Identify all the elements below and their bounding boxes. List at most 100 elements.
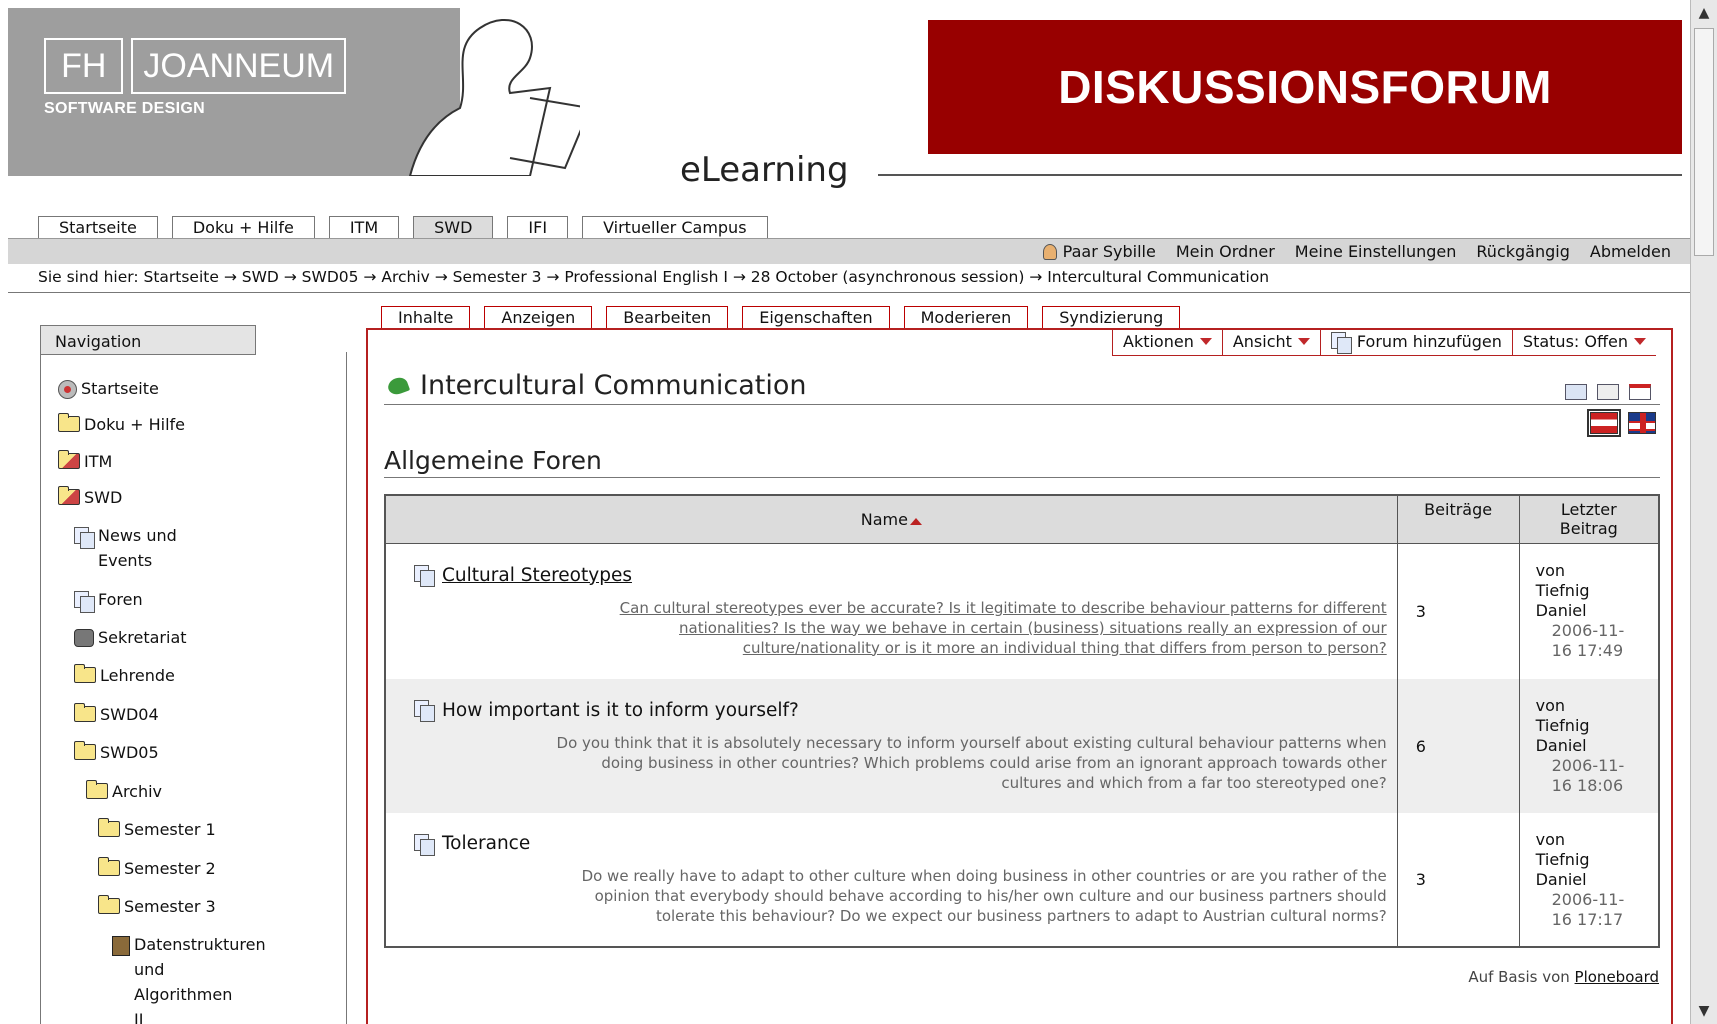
nav-item-news-events[interactable]: News und Events	[74, 523, 177, 573]
last-post-author[interactable]: Daniel	[1536, 736, 1648, 756]
tab-syndizierung[interactable]: Syndizierung	[1042, 306, 1181, 328]
last-post-by: von	[1535, 829, 1565, 849]
nav-item-label: II	[134, 1010, 144, 1024]
tab-eigenschaften[interactable]: Eigenschaften	[742, 306, 890, 328]
post-count: 6	[1396, 679, 1520, 813]
section-divider	[384, 477, 1660, 478]
vertical-scrollbar[interactable]: ▲ ▼	[1690, 0, 1717, 1024]
last-post-by: von	[1535, 561, 1565, 581]
post-count: 3	[1396, 543, 1520, 679]
documents-icon	[74, 527, 95, 549]
add-forum-button[interactable]: Forum hinzufügen	[1320, 328, 1513, 356]
nav-item-sekretariat[interactable]: Sekretariat	[74, 625, 187, 650]
tab-bearbeiten[interactable]: Bearbeiten	[606, 306, 729, 328]
logout-link[interactable]: Abmelden	[1590, 242, 1671, 261]
folder-icon	[58, 413, 80, 432]
nav-item-itm[interactable]: ITM	[58, 449, 112, 474]
table-row: Tolerance Do we really have to adapt to …	[384, 813, 1660, 948]
forum-description-line: nationalities? Is the way we behave in c…	[679, 618, 1387, 637]
last-post-author[interactable]: Tiefnig	[1536, 581, 1648, 601]
scroll-up-icon[interactable]: ▲	[1695, 4, 1713, 22]
folder-icon	[58, 450, 80, 469]
document-actions	[1565, 384, 1651, 400]
last-post-author[interactable]: Daniel	[1536, 601, 1648, 621]
nav-title: Navigation	[40, 325, 256, 355]
nav-item-lehrende[interactable]: Lehrende	[74, 663, 175, 688]
column-last-label: Beitrag	[1559, 519, 1618, 538]
nav-item-semester-3[interactable]: Semester 3	[98, 894, 216, 919]
tab-swd[interactable]: SWD	[413, 216, 494, 238]
dropdown-arrow-icon	[1633, 338, 1646, 345]
forum-title-link[interactable]: How important is it to inform yourself?	[442, 700, 799, 721]
scroll-thumb[interactable]	[1694, 28, 1714, 256]
tab-doku-hilfe[interactable]: Doku + Hilfe	[171, 216, 315, 238]
forum-description-line: Do you think that it is absolutely neces…	[556, 733, 1387, 752]
nav-item-label: Archiv	[112, 782, 163, 801]
folder-icon	[74, 664, 96, 683]
nav-item-label: Algorithmen	[134, 985, 233, 1004]
forum-title-link[interactable]: Cultural Stereotypes	[442, 565, 632, 586]
tab-inhalte[interactable]: Inhalte	[381, 306, 471, 328]
my-settings-link[interactable]: Meine Einstellungen	[1295, 242, 1457, 261]
forum-description: Do we really have to adapt to other cult…	[396, 866, 1387, 926]
nav-item-swd04[interactable]: SWD04	[74, 702, 159, 727]
nav-item-datenstrukturen[interactable]: Datenstrukturen und Algorithmen II	[112, 932, 266, 1024]
forum-icon	[414, 700, 435, 722]
nav-item-swd05[interactable]: SWD05	[74, 740, 159, 765]
column-header-name[interactable]: Name	[384, 494, 1398, 544]
column-header-last-post[interactable]: Letzter Beitrag	[1518, 494, 1660, 544]
aktionen-menu[interactable]: Aktionen	[1113, 328, 1223, 356]
nav-item-archiv[interactable]: Archiv	[86, 779, 162, 804]
tab-moderieren[interactable]: Moderieren	[903, 306, 1029, 328]
forum-icon	[414, 565, 435, 588]
last-post-author[interactable]: Daniel	[1536, 870, 1648, 890]
fh-joanneum-logo[interactable]: FH JOANNEUM	[44, 38, 346, 94]
column-header-posts[interactable]: Beiträge	[1396, 494, 1520, 544]
tab-ifi[interactable]: IFI	[507, 216, 569, 238]
nav-item-doku-hilfe[interactable]: Doku + Hilfe	[58, 412, 185, 437]
aktionen-label: Aktionen	[1123, 331, 1194, 351]
nav-item-label: Startseite	[81, 379, 159, 398]
tab-startseite[interactable]: Startseite	[38, 216, 158, 238]
forum-title-link[interactable]: Tolerance	[442, 833, 530, 854]
user-link[interactable]: Paar Sybille	[1042, 242, 1156, 261]
status-menu[interactable]: Status: Offen	[1512, 328, 1656, 356]
nav-item-label: News und	[98, 526, 177, 545]
send-to-icon[interactable]	[1565, 384, 1587, 400]
full-screen-icon[interactable]	[1629, 384, 1651, 400]
forum-description-link[interactable]: Can cultural stereotypes ever be accurat…	[396, 598, 1387, 658]
tab-anzeigen[interactable]: Anzeigen	[484, 306, 593, 329]
nav-item-semester-1[interactable]: Semester 1	[98, 817, 216, 842]
table-row: Cultural Stereotypes Can cultural stereo…	[384, 543, 1660, 679]
forum-description-line: tolerate this behaviour? Do we expect ou…	[655, 907, 1387, 925]
nav-item-foren[interactable]: Foren	[74, 587, 143, 613]
breadcrumb[interactable]: Sie sind hier: Startseite → SWD → SWD05 …	[38, 268, 1269, 286]
nav-item-startseite[interactable]: Startseite	[58, 376, 159, 401]
ploneboard-link[interactable]: Ploneboard	[1575, 968, 1659, 986]
austria-flag-icon[interactable]	[1587, 409, 1621, 437]
print-icon[interactable]	[1597, 384, 1619, 400]
column-last-label: Letzter	[1560, 500, 1617, 519]
tab-itm[interactable]: ITM	[328, 216, 400, 238]
section-heading: Allgemeine Foren	[384, 446, 602, 475]
last-post-author[interactable]: Tiefnig	[1536, 716, 1648, 736]
nav-item-swd[interactable]: SWD	[58, 485, 122, 510]
undo-link[interactable]: Rückgängig	[1476, 242, 1569, 261]
nav-item-semester-2[interactable]: Semester 2	[98, 856, 216, 881]
user-actions: Paar Sybille Mein Ordner Meine Einstellu…	[1042, 242, 1671, 261]
folder-icon	[58, 486, 80, 505]
ansicht-menu[interactable]: Ansicht	[1222, 328, 1321, 356]
uk-flag-icon[interactable]	[1628, 412, 1656, 434]
forum-description-line: opinion that everybody should behave acc…	[594, 887, 1387, 905]
folder-icon	[98, 818, 120, 837]
footer-prefix: Auf Basis von	[1468, 968, 1570, 986]
nav-item-label: Datenstrukturen	[134, 935, 266, 954]
logo-subtitle: SOFTWARE DESIGN	[44, 100, 205, 117]
last-post-date: 2006-11-	[1551, 621, 1625, 641]
scroll-down-icon[interactable]: ▼	[1695, 1002, 1713, 1020]
last-post-author[interactable]: Tiefnig	[1536, 850, 1648, 870]
tab-virtueller-campus[interactable]: Virtueller Campus	[582, 216, 768, 238]
last-post-by: von	[1535, 696, 1565, 715]
my-folder-link[interactable]: Mein Ordner	[1176, 242, 1275, 261]
folder-icon	[98, 895, 120, 914]
